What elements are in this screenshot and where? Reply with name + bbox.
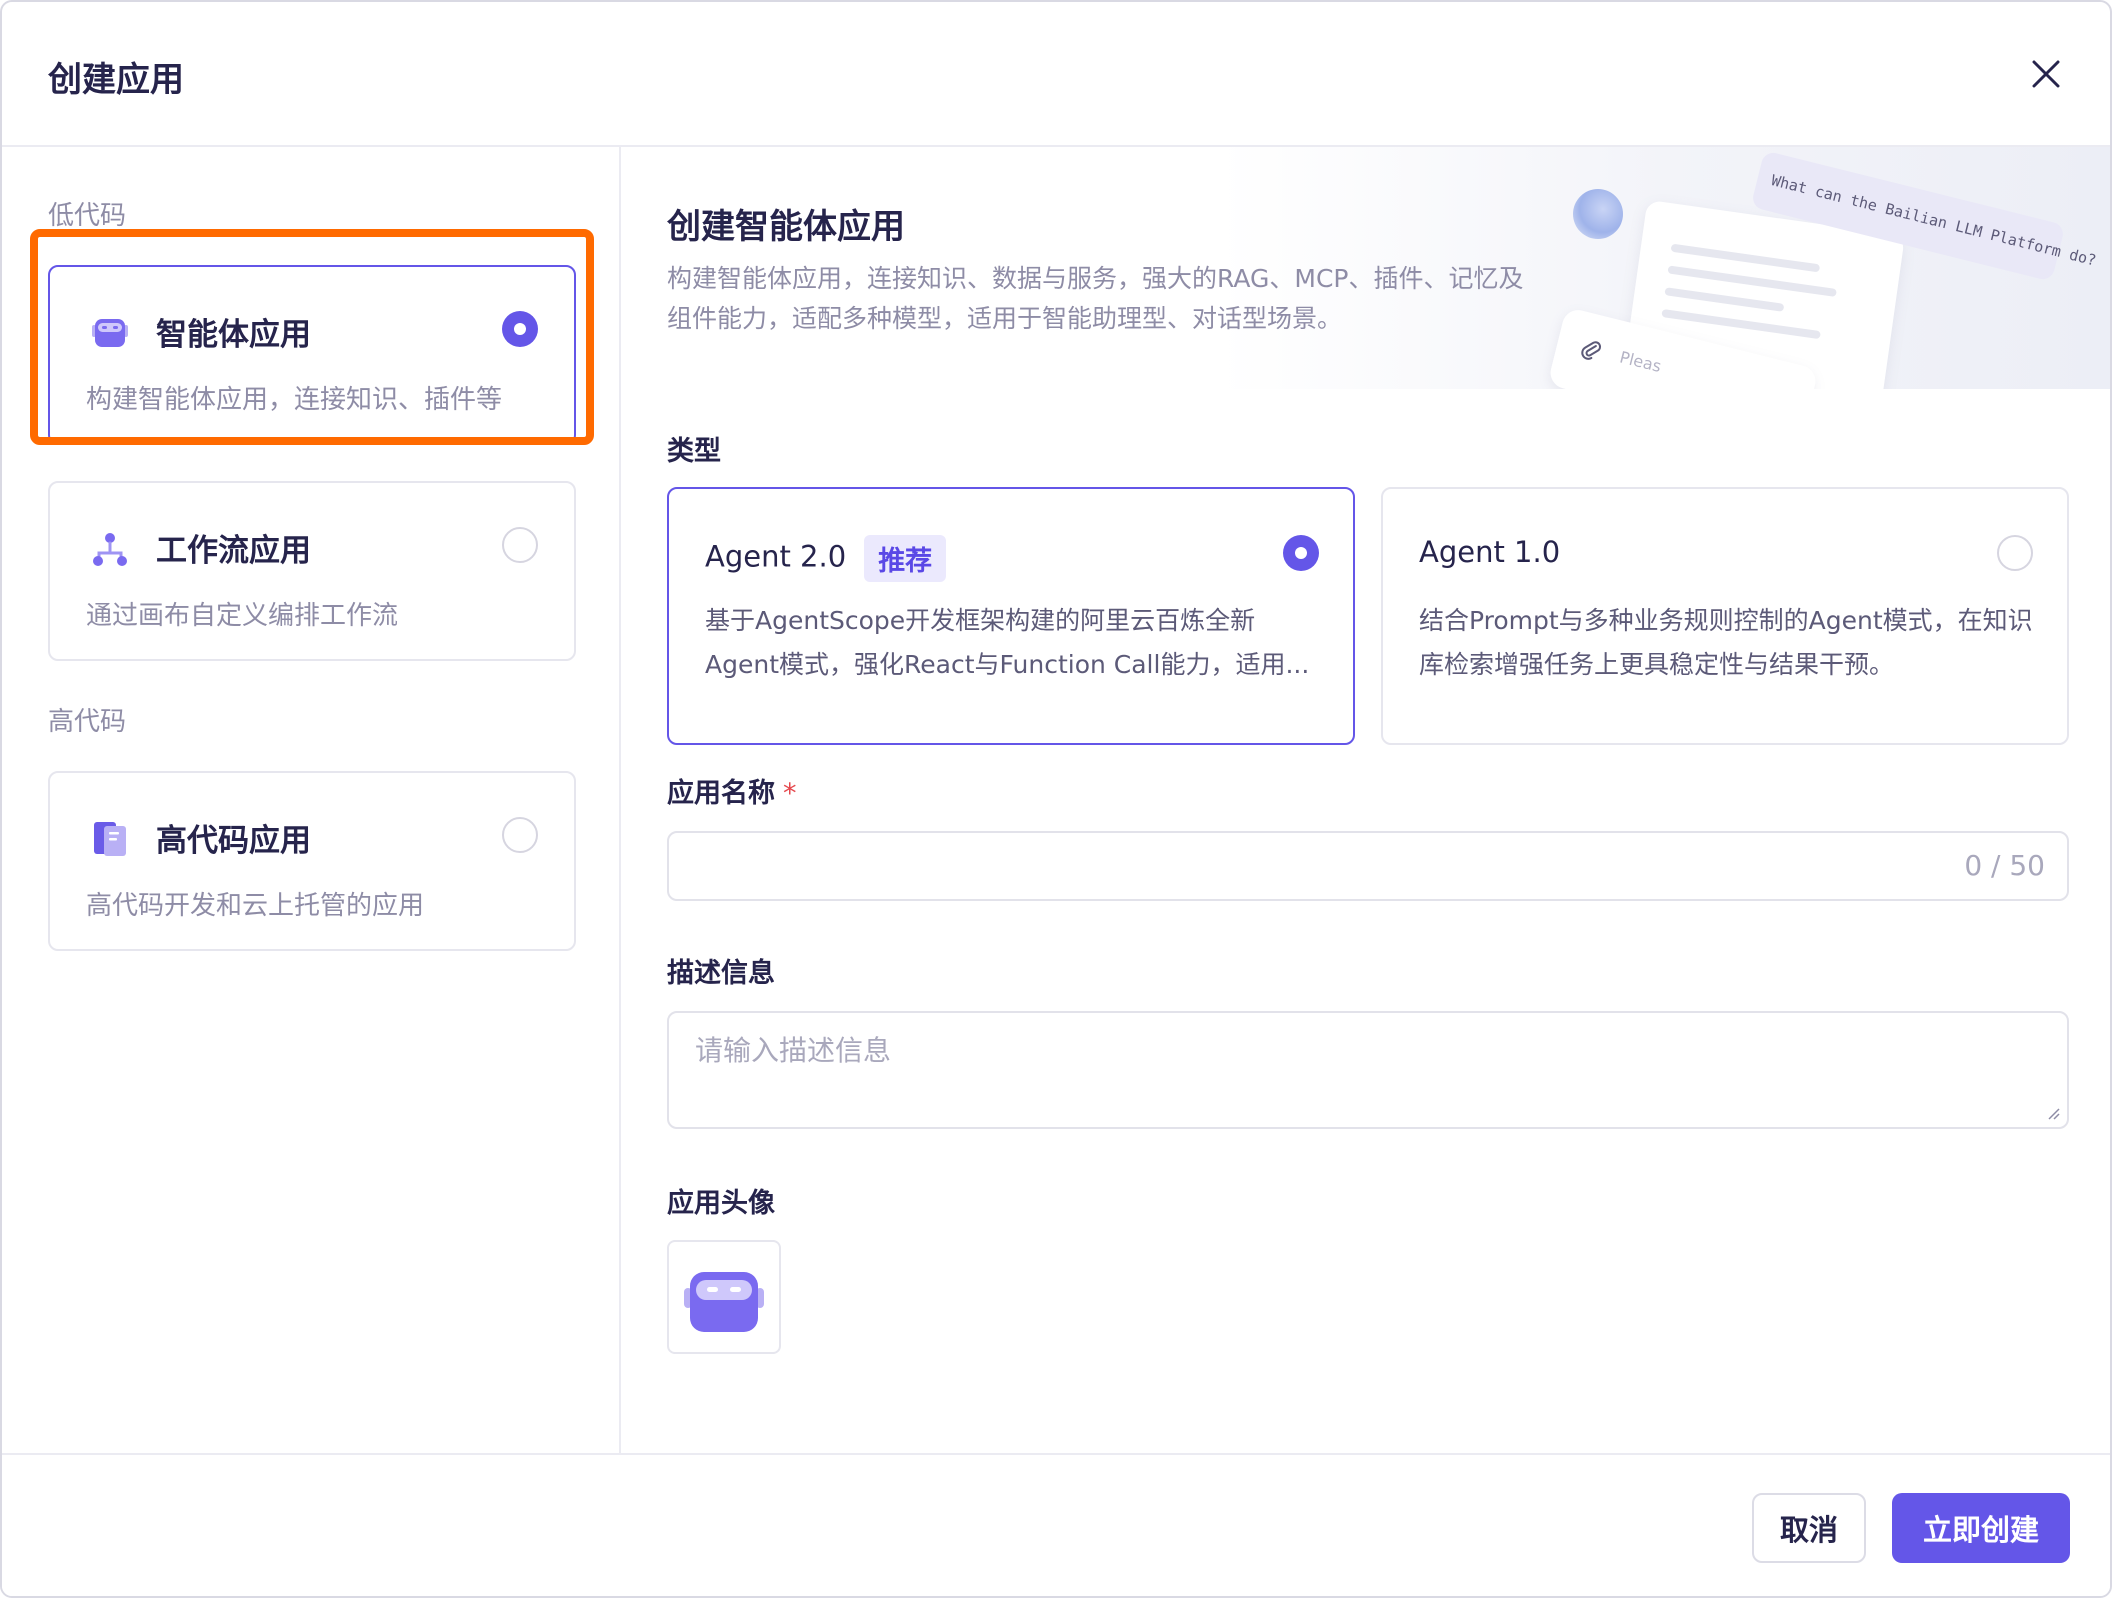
app-type-desc: 高代码开发和云上托管的应用: [86, 891, 425, 921]
app-type-card-high-code[interactable]: 高代码应用 高代码开发和云上托管的应用: [48, 771, 576, 951]
app-type-radio-workflow[interactable]: [502, 527, 538, 563]
description-label: 描述信息: [667, 958, 775, 989]
dialog-footer: 取消 立即创建: [2, 1453, 2110, 1596]
agent-radio-1[interactable]: [1997, 535, 2033, 571]
agent-name: Agent 2.0: [705, 539, 847, 574]
close-button[interactable]: [2026, 54, 2066, 94]
app-type-radio-agent[interactable]: [502, 311, 538, 347]
app-name-input[interactable]: 0 / 50: [667, 831, 2069, 901]
agent-card-1[interactable]: Agent 1.0 结合Prompt与多种业务规则控制的Agent模式，在知识库…: [1381, 487, 2069, 745]
app-name-label-text: 应用名称: [667, 778, 775, 809]
dialog-title: 创建应用: [48, 60, 184, 100]
agent-title: Agent 2.0 推荐: [705, 535, 947, 582]
avatar-picker[interactable]: [667, 1240, 781, 1354]
robot-avatar-icon: [684, 1272, 764, 1332]
required-mark: *: [783, 778, 797, 809]
app-type-radio-high-code[interactable]: [502, 817, 538, 853]
agent-radio-2[interactable]: [1283, 535, 1319, 571]
app-type-card-agent[interactable]: 智能体应用 构建智能体应用，连接知识、插件等: [48, 265, 576, 445]
description-placeholder: 请输入描述信息: [695, 1034, 892, 1067]
create-button[interactable]: 立即创建: [1892, 1493, 2070, 1563]
app-name-counter: 0 / 50: [1964, 849, 2045, 882]
banner-orb-illustration: [1573, 189, 1623, 239]
dialog-header: 创建应用: [2, 2, 2110, 147]
avatar-label: 应用头像: [667, 1188, 775, 1219]
code-book-icon: [90, 819, 130, 859]
description-textarea[interactable]: 请输入描述信息: [667, 1011, 2069, 1129]
agent-name: Agent 1.0: [1419, 535, 1561, 569]
app-type-title: 高代码应用: [156, 823, 311, 859]
app-type-title: 智能体应用: [156, 317, 311, 353]
resize-handle-icon[interactable]: [2045, 1105, 2061, 1121]
app-type-card-workflow[interactable]: 工作流应用 通过画布自定义编排工作流: [48, 481, 576, 661]
agent-card-2[interactable]: Agent 2.0 推荐 基于AgentScope开发框架构建的阿里云百炼全新Ag…: [667, 487, 1355, 745]
robot-icon: [90, 313, 130, 353]
app-type-desc: 构建智能体应用，连接知识、插件等: [86, 385, 503, 415]
app-type-title: 工作流应用: [156, 533, 311, 569]
app-type-sidebar: 低代码 智能体应用 构建智能体应用，连接知识、插件等 工作流应用 通过画布自定义…: [2, 147, 621, 1455]
banner-title: 创建智能体应用: [667, 207, 905, 247]
intro-banner: 创建智能体应用 构建智能体应用，连接知识、数据与服务，强大的RAG、MCP、插件…: [623, 147, 2110, 389]
low-code-section-label: 低代码: [48, 201, 127, 231]
create-app-dialog: 创建应用 低代码 智能体应用 构建智能体应用，连接知识、插件等 工作流应用 通过…: [0, 0, 2112, 1598]
agent-desc: 基于AgentScope开发框架构建的阿里云百炼全新Agent模式，强化Reac…: [705, 606, 1310, 679]
workflow-icon: [90, 529, 130, 569]
attachment-icon: [1581, 341, 1602, 360]
banner-input-placeholder: Pleas: [1617, 347, 1664, 377]
app-type-desc: 通过画布自定义编排工作流: [86, 601, 399, 631]
high-code-section-label: 高代码: [48, 707, 127, 737]
close-icon: [2032, 60, 2060, 88]
recommended-tag: 推荐: [864, 535, 947, 582]
app-name-label: 应用名称 *: [667, 771, 797, 810]
cancel-button[interactable]: 取消: [1752, 1493, 1866, 1563]
banner-desc: 构建智能体应用，连接知识、数据与服务，强大的RAG、MCP、插件、记忆及组件能力…: [667, 264, 1524, 333]
type-label: 类型: [667, 436, 721, 467]
agent-title: Agent 1.0: [1419, 535, 1560, 569]
app-form-panel: 创建智能体应用 构建智能体应用，连接知识、数据与服务，强大的RAG、MCP、插件…: [623, 147, 2110, 1455]
agent-desc: 结合Prompt与多种业务规则控制的Agent模式，在知识库检索增强任务上更具稳…: [1419, 606, 2033, 679]
